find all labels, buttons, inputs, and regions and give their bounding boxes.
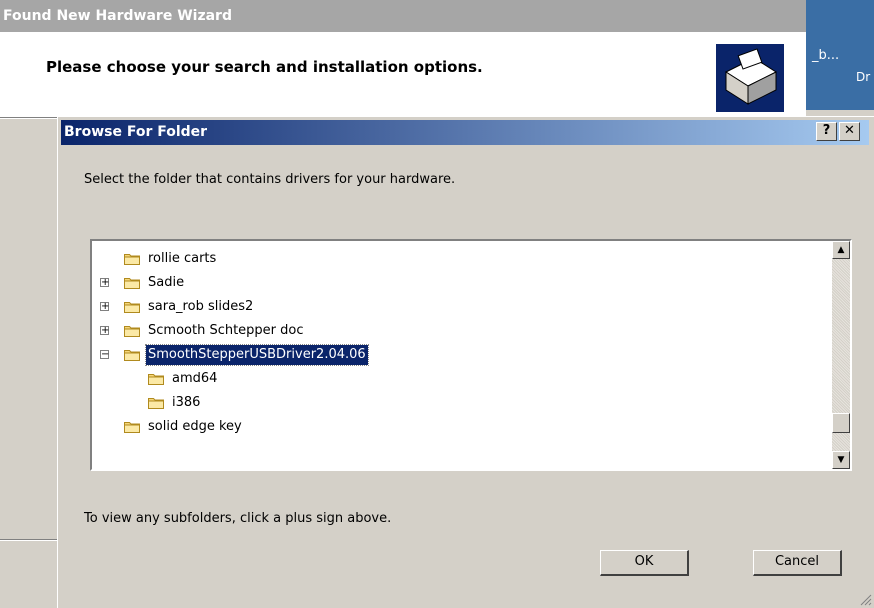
collapse-icon[interactable]: − [100, 350, 109, 360]
instruction-text: Select the folder that contains drivers … [84, 172, 456, 187]
background-window-text: _b... [812, 48, 840, 63]
cancel-button[interactable]: Cancel [753, 550, 842, 576]
folder-icon [124, 302, 140, 313]
folder-icon [124, 350, 140, 361]
close-button[interactable]: ✕ [839, 122, 860, 141]
tree-item-label: Sadie [148, 275, 185, 290]
tree-item[interactable]: solid edge key [124, 417, 244, 441]
hardware-icon [716, 44, 784, 112]
dialog-title-bar[interactable]: Browse For Folder [61, 120, 869, 145]
wizard-header-text: Please choose your search and installati… [46, 58, 483, 76]
tree-item-label: amd64 [172, 371, 218, 386]
tree-item[interactable]: + Scmooth Schtepper doc [100, 321, 306, 345]
folder-icon [148, 398, 164, 409]
folder-icon [124, 326, 140, 337]
folder-icon [148, 374, 164, 385]
background-window-text-2: Dr [856, 70, 871, 84]
help-button[interactable]: ? [816, 122, 837, 141]
folder-icon [124, 278, 140, 289]
scroll-thumb[interactable] [832, 413, 850, 433]
folder-icon [124, 254, 140, 265]
vertical-scrollbar[interactable]: ▲ ▼ [832, 241, 850, 469]
wizard-title-bar: Found New Hardware Wizard [0, 0, 806, 32]
tree-item-label: i386 [172, 395, 201, 410]
browse-for-folder-dialog: Browse For Folder ? ✕ Select the folder … [57, 116, 874, 608]
expand-icon[interactable]: + [100, 278, 109, 288]
expand-icon[interactable]: + [100, 302, 109, 312]
tree-item[interactable]: rollie carts [124, 249, 218, 273]
tree-item[interactable]: i386 [148, 393, 202, 417]
ok-button[interactable]: OK [600, 550, 689, 576]
wizard-footer-separator [0, 539, 60, 541]
wizard-header: Please choose your search and installati… [0, 32, 806, 117]
folder-tree-list: rollie carts + Sadie + sara_rob slides2 + Scmo… [92, 241, 828, 469]
scroll-down-button[interactable]: ▼ [832, 451, 850, 469]
tree-item-label: solid edge key [148, 419, 242, 434]
hint-text: To view any subfolders, click a plus sig… [84, 511, 392, 526]
tree-item[interactable]: + Sadie [100, 273, 186, 297]
expand-icon[interactable]: + [100, 326, 109, 336]
resize-grip-icon[interactable] [860, 594, 872, 606]
tree-item[interactable]: amd64 [148, 369, 219, 393]
background-window[interactable]: _b... Dr [806, 0, 874, 110]
tree-item-label: sara_rob slides2 [148, 299, 254, 314]
folder-icon [124, 422, 140, 433]
tree-item[interactable]: − SmoothStepperUSBDriver2.04.06 [100, 344, 369, 369]
tree-item[interactable]: + sara_rob slides2 [100, 297, 255, 321]
scroll-up-button[interactable]: ▲ [832, 241, 850, 259]
folder-tree[interactable]: rollie carts + Sadie + sara_rob slides2 + Scmo… [90, 239, 852, 471]
tree-item-label: rollie carts [148, 251, 217, 266]
dialog-title: Browse For Folder [64, 124, 208, 140]
tree-item-label: Scmooth Schtepper doc [148, 323, 304, 338]
tree-item-label: SmoothStepperUSBDriver2.04.06 [145, 344, 369, 366]
